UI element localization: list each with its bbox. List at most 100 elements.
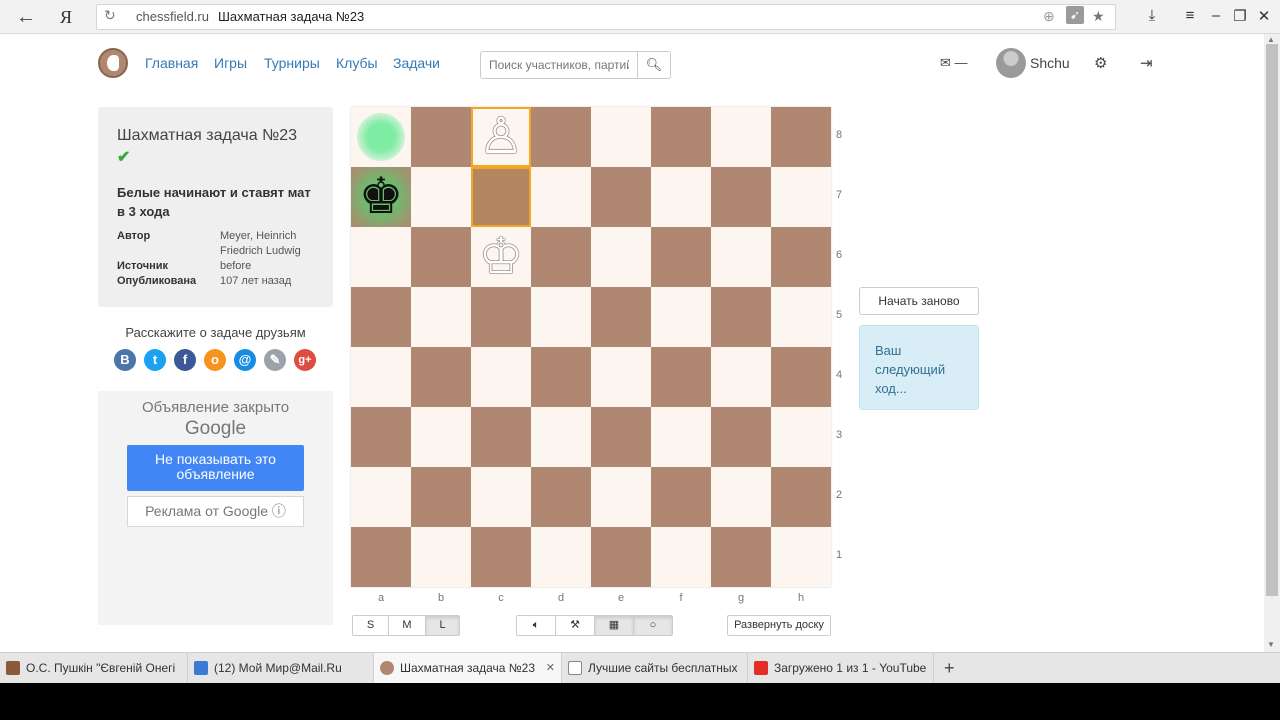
protect-icon[interactable]: ⊕ xyxy=(1043,8,1055,25)
square-h2[interactable] xyxy=(771,467,831,527)
nav-clubs[interactable]: Клубы xyxy=(336,55,378,71)
scroll-down-icon[interactable]: ▼ xyxy=(1267,640,1275,649)
square-b5[interactable] xyxy=(411,287,471,347)
square-c5[interactable] xyxy=(471,287,531,347)
black-king-icon[interactable]: ♚ xyxy=(351,167,411,227)
settings-gears-icon[interactable]: ⚙ xyxy=(1094,54,1107,72)
square-f2[interactable] xyxy=(651,467,711,527)
scrollbar-thumb[interactable] xyxy=(1266,44,1278,596)
nav-tasks[interactable]: Задачи xyxy=(393,55,440,71)
address-domain[interactable]: chessfield.ru xyxy=(136,9,209,24)
reload-icon[interactable]: ↻ xyxy=(104,7,116,24)
username[interactable]: Shchu xyxy=(1030,55,1070,71)
square-e6[interactable] xyxy=(591,227,651,287)
square-c6[interactable]: ♔ xyxy=(471,227,531,287)
tab-pushkin[interactable]: О.С. Пушкін "Євгеній Онегі xyxy=(0,653,188,684)
square-d1[interactable] xyxy=(531,527,591,587)
close-window-icon[interactable]: ✕ xyxy=(1254,7,1274,25)
square-c1[interactable] xyxy=(471,527,531,587)
square-g7[interactable] xyxy=(711,167,771,227)
address-page-title[interactable]: Шахматная задача №23 xyxy=(218,9,364,24)
square-f5[interactable] xyxy=(651,287,711,347)
square-d8[interactable] xyxy=(531,107,591,167)
odnoklassniki-icon[interactable]: о xyxy=(204,349,226,371)
square-g4[interactable] xyxy=(711,347,771,407)
chessfield-logo[interactable] xyxy=(98,48,128,78)
square-e5[interactable] xyxy=(591,287,651,347)
download-icon[interactable]: ⤓ xyxy=(1142,7,1162,24)
square-b1[interactable] xyxy=(411,527,471,587)
sound-toggle-button[interactable]: 🔈︎ xyxy=(516,615,556,636)
square-h7[interactable] xyxy=(771,167,831,227)
square-b3[interactable] xyxy=(411,407,471,467)
square-b2[interactable] xyxy=(411,467,471,527)
square-a5[interactable] xyxy=(351,287,411,347)
search-input[interactable] xyxy=(480,51,638,79)
scroll-up-icon[interactable]: ▲ xyxy=(1267,35,1275,44)
square-b8[interactable] xyxy=(411,107,471,167)
nav-home[interactable]: Главная xyxy=(145,55,198,71)
square-f3[interactable] xyxy=(651,407,711,467)
tab-moimir[interactable]: (12) Мой Мир@Mail.Ru xyxy=(188,653,374,684)
square-e2[interactable] xyxy=(591,467,651,527)
square-e8[interactable] xyxy=(591,107,651,167)
avatar[interactable] xyxy=(996,48,1026,78)
mailru-icon[interactable]: @ xyxy=(234,349,256,371)
square-e4[interactable] xyxy=(591,347,651,407)
tab-chess-task[interactable]: Шахматная задача №23 ✕ xyxy=(374,653,562,684)
expand-board-button[interactable]: Развернуть доску xyxy=(727,615,831,636)
square-g8[interactable] xyxy=(711,107,771,167)
square-d3[interactable] xyxy=(531,407,591,467)
wand-button[interactable]: ⚒ xyxy=(555,615,595,636)
square-h3[interactable] xyxy=(771,407,831,467)
square-h5[interactable] xyxy=(771,287,831,347)
square-g5[interactable] xyxy=(711,287,771,347)
back-arrow-icon[interactable]: ← xyxy=(14,6,38,28)
nav-tournaments[interactable]: Турниры xyxy=(264,55,320,71)
minimize-icon[interactable]: – xyxy=(1206,7,1226,24)
bookmark-star-icon[interactable]: ★ xyxy=(1092,8,1105,25)
restart-button[interactable]: Начать заново xyxy=(859,287,979,315)
square-f4[interactable] xyxy=(651,347,711,407)
square-e3[interactable] xyxy=(591,407,651,467)
livejournal-icon[interactable]: ✎ xyxy=(264,349,286,371)
search-button[interactable]: 🔍︎ xyxy=(637,51,671,79)
square-g1[interactable] xyxy=(711,527,771,587)
square-d5[interactable] xyxy=(531,287,591,347)
square-d7[interactable] xyxy=(531,167,591,227)
close-tab-icon[interactable]: ✕ xyxy=(546,653,555,684)
square-c7[interactable] xyxy=(471,167,531,227)
square-a6[interactable] xyxy=(351,227,411,287)
square-g2[interactable] xyxy=(711,467,771,527)
square-b7[interactable] xyxy=(411,167,471,227)
square-e1[interactable] xyxy=(591,527,651,587)
square-f1[interactable] xyxy=(651,527,711,587)
extension-icon[interactable]: ➹ xyxy=(1066,6,1084,24)
square-c4[interactable] xyxy=(471,347,531,407)
square-a7[interactable]: ♚ xyxy=(351,167,411,227)
white-king-icon[interactable]: ♔ xyxy=(471,227,531,287)
square-b6[interactable] xyxy=(411,227,471,287)
square-c2[interactable] xyxy=(471,467,531,527)
square-c3[interactable] xyxy=(471,407,531,467)
page-scrollbar[interactable]: ▲ ▼ xyxy=(1264,34,1280,652)
highlight-toggle-button[interactable]: ○ xyxy=(633,615,673,636)
restore-icon[interactable]: ❐ xyxy=(1230,7,1250,25)
square-a3[interactable] xyxy=(351,407,411,467)
square-a2[interactable] xyxy=(351,467,411,527)
size-l-button[interactable]: L xyxy=(425,615,460,636)
square-g6[interactable] xyxy=(711,227,771,287)
facebook-icon[interactable]: f xyxy=(174,349,196,371)
square-d2[interactable] xyxy=(531,467,591,527)
menu-icon[interactable]: ≡ xyxy=(1180,7,1200,24)
square-f8[interactable] xyxy=(651,107,711,167)
square-d4[interactable] xyxy=(531,347,591,407)
square-b4[interactable] xyxy=(411,347,471,407)
square-f6[interactable] xyxy=(651,227,711,287)
tab-youtube[interactable]: Загружено 1 из 1 - YouTube xyxy=(748,653,934,684)
square-a8[interactable] xyxy=(351,107,411,167)
white-pawn-icon[interactable]: ♙ xyxy=(471,107,531,167)
coordinates-toggle-button[interactable]: ▦ xyxy=(594,615,634,636)
size-m-button[interactable]: M xyxy=(388,615,426,636)
ad-hide-button[interactable]: Не показывать это объявление xyxy=(127,445,304,491)
